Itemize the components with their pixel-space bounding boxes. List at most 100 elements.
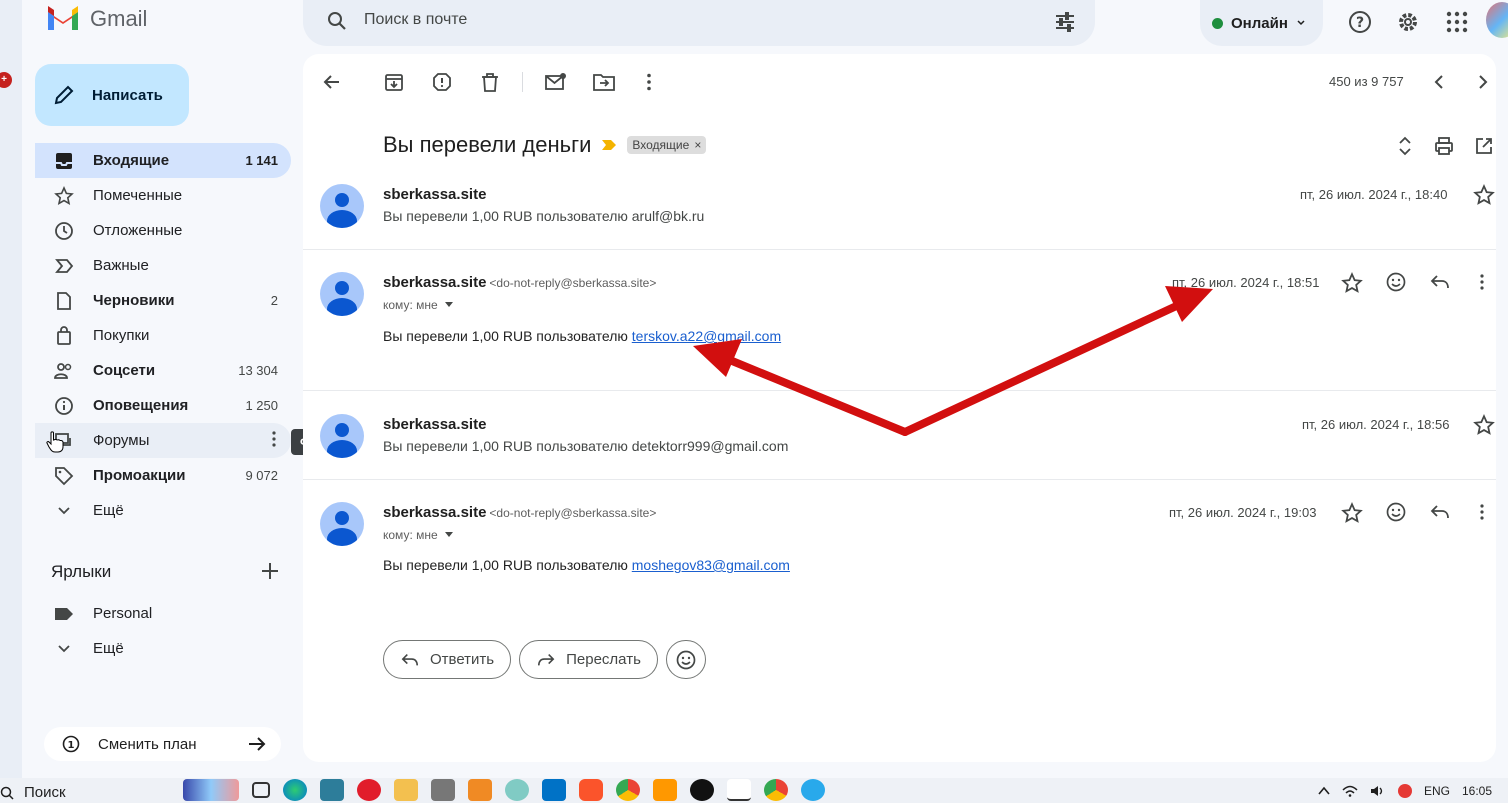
status-button[interactable]: Онлайн: [1200, 0, 1323, 46]
telegram-icon[interactable]: [801, 779, 825, 801]
compose-button[interactable]: Написать: [35, 64, 189, 126]
edge-browser-icon[interactable]: [283, 779, 307, 801]
brave-browser-icon[interactable]: [579, 779, 603, 801]
taskbar-search[interactable]: Поиск: [0, 784, 66, 801]
sidebar-item-social[interactable]: Соцсети 13 304: [35, 353, 291, 388]
forward-button[interactable]: Переслать: [519, 640, 658, 679]
star-icon[interactable]: [1473, 414, 1495, 441]
sidebar-item-count: 1 250: [245, 398, 278, 413]
apps-grid-icon[interactable]: [1443, 8, 1471, 36]
sender-header[interactable]: sberkassa.site <do-not-reply@sberkassa.si…: [383, 504, 656, 521]
more-options-icon[interactable]: [271, 430, 277, 451]
clock-icon: [52, 219, 76, 243]
search-input[interactable]: Поиск в почте: [364, 11, 467, 29]
calculator-icon[interactable]: [431, 779, 455, 801]
sender-header[interactable]: sberkassa.site <do-not-reply@sberkassa.si…: [383, 274, 656, 291]
volume-icon[interactable]: [1370, 785, 1386, 797]
wifi-icon[interactable]: [1342, 785, 1358, 797]
trash-icon[interactable]: [478, 70, 502, 94]
taskbar-apps: [183, 779, 825, 801]
sidebar-item-snoozed[interactable]: Отложенные: [35, 213, 291, 248]
expand-all-icon[interactable]: [1393, 134, 1417, 158]
outlook-icon[interactable]: [542, 779, 566, 801]
star-icon[interactable]: [1341, 272, 1363, 299]
add-label-icon[interactable]: [259, 560, 281, 587]
emoji-react-button[interactable]: [665, 640, 706, 679]
archive-icon[interactable]: [382, 70, 406, 94]
labels-more[interactable]: Ещё: [35, 631, 291, 666]
reply-button[interactable]: Ответить: [383, 640, 512, 679]
reply-icon[interactable]: [1429, 502, 1451, 527]
gmail-logo[interactable]: Gmail: [46, 6, 147, 32]
sidebar-item-updates[interactable]: Оповещения 1 250: [35, 388, 291, 423]
open-new-window-icon[interactable]: [1472, 134, 1496, 158]
account-avatar[interactable]: [1486, 2, 1508, 38]
file-explorer-icon[interactable]: [394, 779, 418, 801]
emoji-react-icon[interactable]: [1385, 501, 1407, 528]
sidebar-item-purchases[interactable]: Покупки: [35, 318, 291, 353]
sidebar-item-drafts[interactable]: Черновики 2: [35, 283, 291, 318]
newer-chevron-left-icon[interactable]: [1427, 70, 1451, 94]
sidebar-item-label: Промоакции: [93, 467, 186, 484]
email-link[interactable]: moshegov83@gmail.com: [632, 557, 790, 573]
sidebar-item-inbox[interactable]: Входящие 1 141: [35, 143, 291, 178]
notification-app-icon[interactable]: [1397, 784, 1412, 798]
sidebar-item-important[interactable]: Важные: [35, 248, 291, 283]
back-arrow-icon[interactable]: [320, 70, 344, 94]
reply-icon[interactable]: [1429, 272, 1451, 297]
chrome-icon[interactable]: [616, 779, 640, 801]
report-spam-icon[interactable]: [430, 70, 454, 94]
sidebar-item-forums[interactable]: Форумы: [35, 423, 291, 458]
sidebar-item-label: Отложенные: [93, 222, 183, 239]
label-item-personal[interactable]: Personal: [35, 596, 291, 631]
more-options-icon[interactable]: [1479, 504, 1485, 525]
online-status-dot-icon: [1212, 17, 1223, 29]
email-link[interactable]: terskov.a22@gmail.com: [632, 328, 781, 344]
chevron-up-icon[interactable]: [1318, 786, 1330, 796]
change-plan-button[interactable]: 1 Сменить план: [44, 727, 281, 761]
older-chevron-right-icon[interactable]: [1471, 70, 1495, 94]
move-to-icon[interactable]: [592, 70, 616, 94]
sidebar-item-promotions[interactable]: Промоакции 9 072: [35, 458, 291, 493]
message-divider: [303, 479, 1496, 480]
recipient-details[interactable]: кому: мне: [383, 298, 454, 312]
sender-avatar: [320, 502, 364, 546]
label-icon: [52, 602, 76, 626]
important-icon: [52, 254, 76, 278]
important-marker-icon[interactable]: [601, 139, 617, 151]
sidebar-item-more[interactable]: Ещё: [35, 493, 291, 528]
yandex-browser-icon[interactable]: [727, 779, 751, 801]
print-icon[interactable]: [1432, 134, 1456, 158]
media-player-icon[interactable]: [468, 779, 492, 801]
taskbar-widget-icon[interactable]: [183, 779, 239, 801]
app-icon-2[interactable]: [653, 779, 677, 801]
keyboard-language[interactable]: ENG: [1424, 784, 1450, 798]
opera-icon[interactable]: [357, 779, 381, 801]
clock-time[interactable]: 16:05: [1462, 784, 1492, 798]
remove-label-icon[interactable]: ×: [694, 138, 701, 152]
pencil-icon: [54, 85, 74, 105]
settings-gear-icon[interactable]: [1394, 8, 1422, 36]
store-icon[interactable]: [320, 779, 344, 801]
search-icon[interactable]: [325, 9, 349, 38]
emoji-react-icon[interactable]: [1385, 271, 1407, 298]
gmail-m-icon: [48, 6, 78, 30]
app-icon[interactable]: [505, 779, 529, 801]
task-view-icon[interactable]: [252, 782, 270, 798]
shopping-icon: [52, 324, 76, 348]
sidebar-item-starred[interactable]: Помеченные: [35, 178, 291, 213]
search-bar[interactable]: Поиск в почте: [303, 0, 1095, 46]
more-options-icon[interactable]: [637, 70, 661, 94]
star-icon[interactable]: [1341, 502, 1363, 529]
tiktok-icon[interactable]: [690, 779, 714, 801]
notification-badge-icon[interactable]: +: [0, 72, 12, 88]
star-icon[interactable]: [1473, 184, 1495, 211]
chrome-icon-2[interactable]: [764, 779, 788, 801]
search-options-icon[interactable]: [1053, 10, 1077, 39]
windows-taskbar: Поиск ENG 16:05: [0, 778, 1508, 803]
more-options-icon[interactable]: [1479, 274, 1485, 295]
message-divider: [303, 390, 1496, 391]
mark-unread-icon[interactable]: [544, 70, 568, 94]
recipient-details[interactable]: кому: мне: [383, 528, 454, 542]
help-icon[interactable]: ?: [1346, 8, 1374, 36]
